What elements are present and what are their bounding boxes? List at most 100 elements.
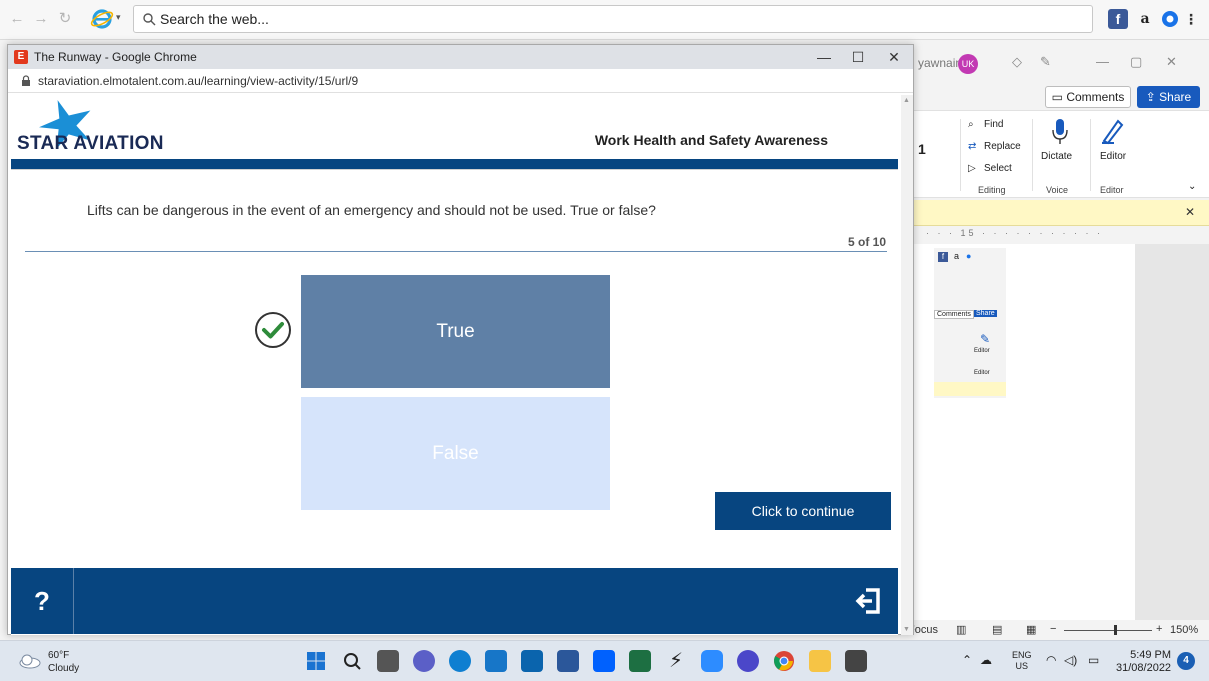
store-icon[interactable] — [485, 650, 507, 672]
nested-screenshot-thumbnail: f a ● Comments Share ✎ Editor Editor — [934, 248, 1006, 398]
scroll-up-icon[interactable]: ▲ — [903, 97, 910, 104]
internet-explorer-icon[interactable] — [90, 8, 114, 30]
web-search-input[interactable] — [160, 9, 1060, 29]
scroll-down-icon[interactable]: ▼ — [903, 626, 910, 633]
camera-app-icon[interactable] — [737, 650, 759, 672]
close-icon[interactable]: ✕ — [1185, 205, 1195, 219]
web-layout-icon[interactable]: ▦ — [1026, 623, 1036, 636]
answer-option-true[interactable]: True — [301, 275, 610, 388]
file-explorer-icon[interactable] — [809, 650, 831, 672]
close-icon[interactable]: ✕ — [1166, 54, 1177, 70]
lightning-icon[interactable]: ⚡ — [665, 650, 687, 672]
clock-date: 31/08/2022 — [1116, 662, 1172, 674]
close-icon[interactable]: ✕ — [884, 47, 904, 67]
replace-icon[interactable]: ⇄ — [968, 141, 976, 152]
read-mode-icon[interactable]: ▥ — [956, 623, 966, 636]
edge-icon[interactable] — [449, 650, 471, 672]
mail-icon[interactable] — [521, 650, 543, 672]
popup-scrollbar[interactable]: ▲ ▼ — [901, 95, 913, 635]
editor-button[interactable]: Editor — [1100, 151, 1126, 162]
popup-window-title: The Runway - Google Chrome — [34, 50, 197, 64]
task-view-icon[interactable] — [377, 650, 399, 672]
teams-chat-icon[interactable] — [413, 650, 435, 672]
zoom-level[interactable]: 150% — [1170, 624, 1198, 636]
comments-label: Comments — [1066, 90, 1125, 104]
notification-badge[interactable]: 4 — [1177, 652, 1195, 670]
battery-icon[interactable]: ▭ — [1088, 653, 1099, 667]
correct-check-icon — [255, 312, 291, 348]
dropbox-icon[interactable] — [593, 650, 615, 672]
avatar[interactable]: UK — [958, 54, 978, 74]
font-size-partial: 1 — [918, 141, 926, 157]
chevron-down-icon[interactable]: ▾ — [116, 12, 121, 23]
ribbon-separator — [1032, 119, 1033, 191]
windows-start-icon[interactable] — [305, 650, 327, 672]
editor-pen-icon[interactable] — [1100, 117, 1124, 145]
language-indicator[interactable]: ENG US — [1012, 650, 1032, 672]
minimize-icon[interactable]: — — [814, 47, 834, 67]
amazon-icon[interactable]: a — [1135, 9, 1155, 29]
document-area: f a ● Comments Share ✎ Editor Editor — [900, 244, 1209, 624]
minimize-icon[interactable]: — — [1096, 54, 1109, 69]
cloud-icon[interactable] — [18, 653, 42, 669]
weather-description[interactable]: Cloudy — [48, 663, 79, 674]
facebook-icon[interactable]: f — [1108, 9, 1128, 29]
web-search-box[interactable] — [133, 5, 1093, 33]
continue-button[interactable]: Click to continue — [715, 492, 891, 530]
back-arrow-icon[interactable]: ← — [8, 10, 26, 28]
logo-text: STAR AVIATION — [17, 133, 164, 154]
zoom-out-icon[interactable]: − — [1050, 623, 1056, 635]
clock[interactable]: 5:49 PM 31/08/2022 — [1116, 649, 1171, 675]
weather-temperature[interactable]: 60°F — [48, 650, 69, 661]
chevron-down-icon[interactable]: ⌄ — [1188, 181, 1196, 192]
reload-icon[interactable]: ↻ — [56, 10, 74, 28]
exit-icon[interactable] — [854, 586, 884, 616]
word-icon[interactable] — [557, 650, 579, 672]
print-layout-icon[interactable]: ▤ — [992, 623, 1002, 636]
chevron-up-icon[interactable]: ⌃ — [962, 653, 972, 667]
replace-button[interactable]: Replace — [984, 141, 1021, 152]
zoom-in-icon[interactable]: + — [1156, 623, 1162, 635]
lock-icon[interactable] — [20, 75, 32, 87]
search-icon — [143, 13, 156, 26]
snipping-tool-icon[interactable] — [845, 650, 867, 672]
comments-button[interactable]: ▭ Comments — [1045, 86, 1131, 108]
popup-address-bar[interactable]: staraviation.elmotalent.com.au/learning/… — [8, 69, 913, 93]
help-button[interactable]: ? — [11, 568, 74, 634]
share-label: Share — [1159, 90, 1192, 104]
popup-title-bar: E The Runway - Google Chrome — ☐ ✕ — [8, 45, 913, 69]
word-window-background: yawnaing UK ◇ ✎ — ▢ ✕ ▭ Comments ⇪ Share… — [900, 40, 1209, 642]
document-page[interactable]: f a ● Comments Share ✎ Editor Editor — [900, 244, 1135, 624]
mini-editor: Editor — [974, 348, 990, 354]
select-icon[interactable]: ▷ — [968, 163, 976, 174]
restore-icon[interactable]: ▢ — [1130, 54, 1142, 70]
share-button[interactable]: ⇪ Share — [1137, 86, 1200, 108]
mini-group-editor: Editor — [974, 370, 990, 376]
answer-option-false[interactable]: False — [301, 397, 610, 510]
forward-arrow-icon[interactable]: → — [32, 10, 50, 28]
group-voice-label: Voice — [1046, 185, 1069, 195]
cloud-sync-icon[interactable]: ☁ — [980, 653, 992, 667]
ribbon-separator — [960, 119, 961, 191]
microphone-icon[interactable] — [1050, 117, 1070, 147]
select-button[interactable]: Select — [984, 163, 1012, 174]
more-menu-icon[interactable]: ⋮ — [1184, 9, 1198, 29]
zoom-icon[interactable] — [701, 650, 723, 672]
excel-icon[interactable] — [629, 650, 651, 672]
header-band — [11, 159, 898, 169]
find-button[interactable]: Find — [984, 119, 1003, 130]
ruler: · · · 15 · · · · · · · · · · · — [926, 228, 1103, 238]
search-icon[interactable] — [341, 650, 363, 672]
zoom-slider[interactable] — [1064, 630, 1152, 631]
wifi-icon[interactable]: ◠ — [1046, 653, 1056, 667]
pen-icon[interactable]: ✎ — [1040, 54, 1051, 70]
dictate-button[interactable]: Dictate — [1041, 151, 1072, 162]
zoom-slider-thumb[interactable] — [1114, 625, 1117, 635]
volume-icon[interactable]: ◁) — [1064, 653, 1077, 667]
diamond-icon[interactable]: ◇ — [1012, 54, 1022, 70]
find-icon[interactable]: ⌕ — [968, 119, 974, 130]
extension-circle-icon[interactable] — [1160, 9, 1180, 29]
chrome-icon[interactable] — [773, 650, 795, 672]
maximize-icon[interactable]: ☐ — [848, 47, 868, 67]
url-text[interactable]: staraviation.elmotalent.com.au/learning/… — [38, 74, 358, 88]
